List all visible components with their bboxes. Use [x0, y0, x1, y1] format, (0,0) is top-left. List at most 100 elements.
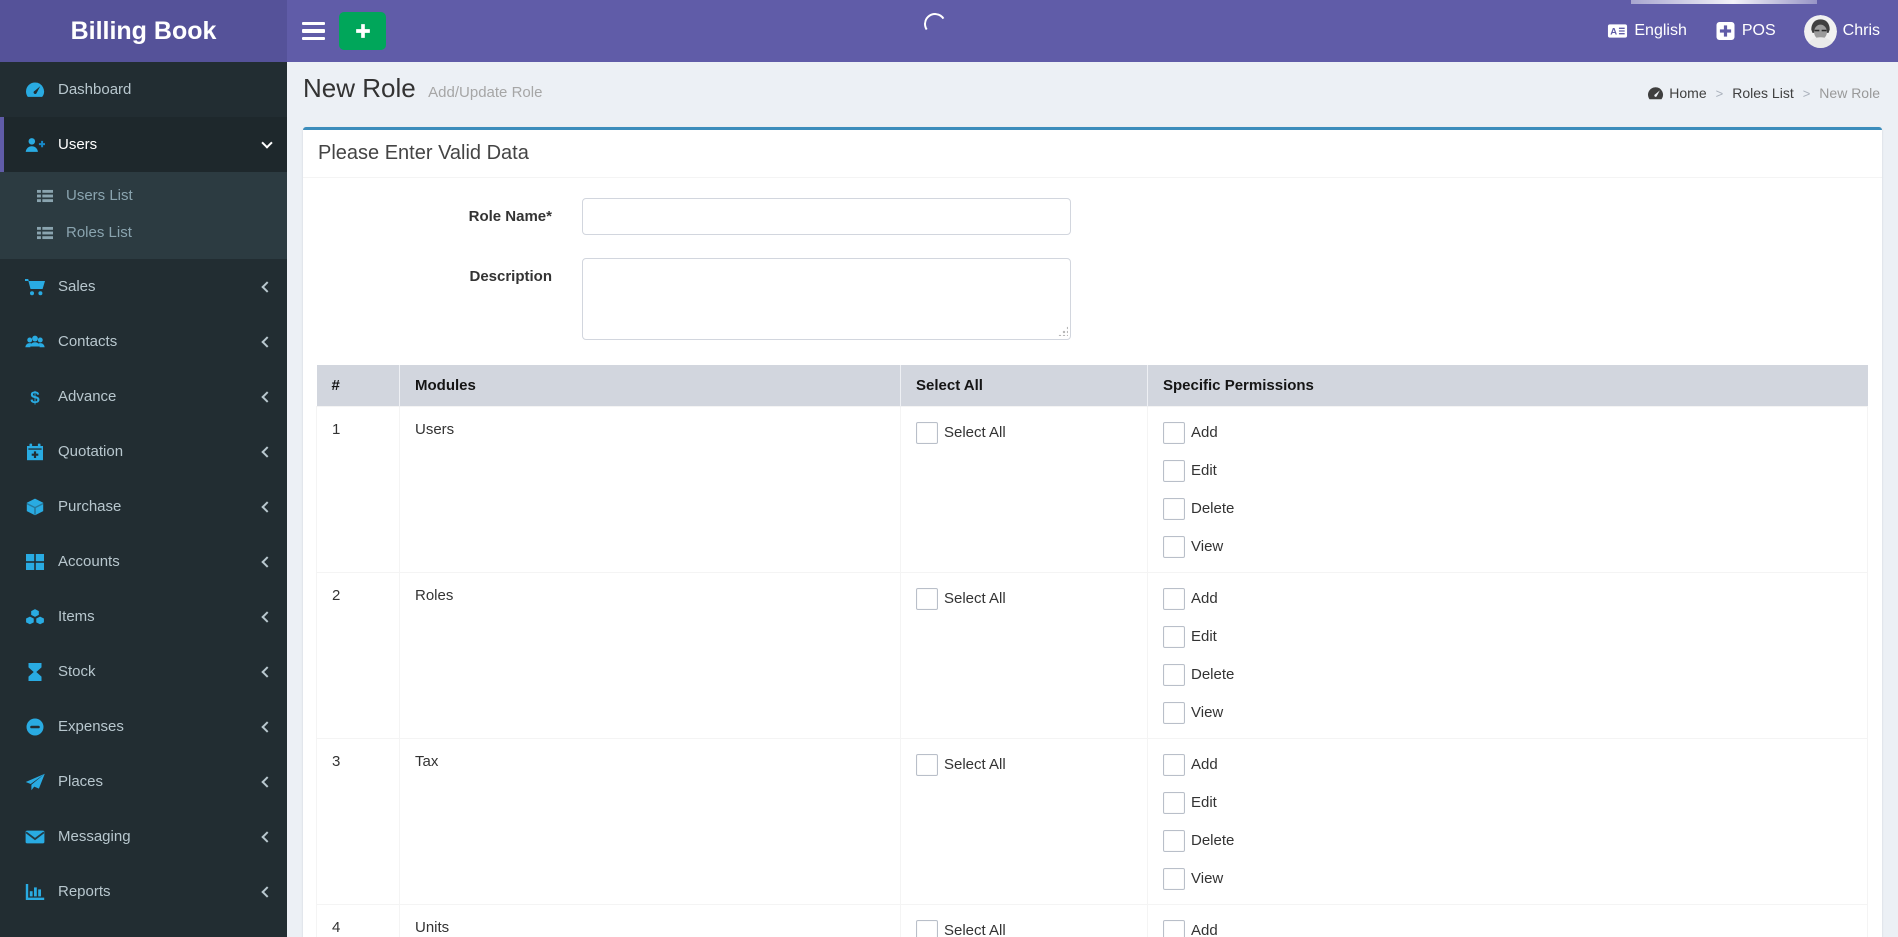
- sidebar-subitem-label: Roles List: [66, 224, 132, 241]
- breadcrumb-roles-list[interactable]: Roles List: [1732, 85, 1793, 101]
- pos-button[interactable]: POS: [1701, 0, 1790, 62]
- permission-view-row: View: [1163, 867, 1852, 890]
- permission-view-label: View: [1191, 538, 1224, 555]
- permission-delete-row: Delete: [1163, 497, 1852, 520]
- sidebar-item-dashboard[interactable]: Dashboard: [0, 62, 287, 117]
- permission-edit-checkbox[interactable]: [1163, 625, 1185, 648]
- role-name-label: Role Name*: [468, 208, 552, 225]
- permission-edit-label: Edit: [1191, 462, 1217, 479]
- role-name-input[interactable]: [582, 198, 1071, 235]
- breadcrumb-label: Home: [1669, 85, 1707, 101]
- sidebar-subitem-label: Users List: [66, 187, 133, 204]
- envelope-icon: [22, 828, 48, 846]
- permission-add-row: Add: [1163, 753, 1852, 776]
- permission-add-checkbox[interactable]: [1163, 753, 1185, 776]
- list-icon: [33, 188, 57, 204]
- permission-add-checkbox[interactable]: [1163, 587, 1185, 610]
- module-row-tax: 3 Tax Select All Add Edit Delete View: [316, 738, 1868, 905]
- sidebar-item-places[interactable]: Places: [0, 754, 287, 809]
- chevron-down-icon: [261, 136, 273, 149]
- description-label: Description: [469, 268, 552, 285]
- select-all-label: Select All: [944, 922, 1006, 937]
- hamburger-icon[interactable]: [287, 0, 339, 62]
- select-all-row: Select All: [916, 753, 1132, 776]
- sidebar-item-contacts[interactable]: Contacts: [0, 314, 287, 369]
- role-form-card: Please Enter Valid Data Role Name* Descr…: [303, 127, 1882, 937]
- sidebar-item-label: Places: [58, 773, 104, 790]
- add-button[interactable]: [339, 12, 386, 50]
- permission-view-label: View: [1191, 704, 1224, 721]
- top-header: Billing Book A English POS Chris: [0, 0, 1898, 62]
- sidebar-item-expenses[interactable]: Expenses: [0, 699, 287, 754]
- select-all-label: Select All: [944, 756, 1006, 773]
- permission-add-checkbox[interactable]: [1163, 919, 1185, 937]
- permission-view-checkbox[interactable]: [1163, 701, 1185, 724]
- dashboard-icon: [1647, 86, 1664, 101]
- select-all-checkbox[interactable]: [916, 919, 938, 937]
- sidebar-item-stock[interactable]: Stock: [0, 644, 287, 699]
- select-all-cell: Select All: [900, 738, 1148, 905]
- permission-edit-row: Edit: [1163, 625, 1852, 648]
- sidebar-item-quotation[interactable]: Quotation: [0, 424, 287, 479]
- sidebar-item-label: Items: [58, 608, 95, 625]
- sidebar-item-warehouse[interactable]: Warehouse: [0, 919, 287, 937]
- sidebar-menu: Dashboard Users Users List Roles List Sales C…: [0, 62, 287, 937]
- permission-delete-row: Delete: [1163, 663, 1852, 686]
- permission-delete-checkbox[interactable]: [1163, 829, 1185, 852]
- svg-text:$: $: [30, 388, 40, 406]
- select-all-row: Select All: [916, 421, 1132, 444]
- sidebar-item-label: Messaging: [58, 828, 131, 845]
- chevron-left-icon: [261, 830, 273, 843]
- sidebar-item-purchase[interactable]: Purchase: [0, 479, 287, 534]
- description-textarea[interactable]: [582, 258, 1071, 340]
- chevron-left-icon: [261, 610, 273, 623]
- sidebar-item-label: Advance: [58, 388, 117, 405]
- permission-add-label: Add: [1191, 756, 1218, 773]
- permission-edit-checkbox[interactable]: [1163, 459, 1185, 482]
- sidebar-item-accounts[interactable]: Accounts: [0, 534, 287, 589]
- permission-view-checkbox[interactable]: [1163, 867, 1185, 890]
- svg-text:A: A: [1611, 27, 1618, 38]
- select-all-cell: Select All: [900, 904, 1148, 937]
- app-logo[interactable]: Billing Book: [0, 0, 287, 62]
- module-number: 3: [316, 738, 400, 905]
- permission-delete-checkbox[interactable]: [1163, 497, 1185, 520]
- chevron-left-icon: [261, 665, 273, 678]
- permission-delete-label: Delete: [1191, 500, 1235, 517]
- chevron-left-icon: [261, 775, 273, 788]
- cubes-icon: [22, 608, 48, 626]
- sidebar-submenu: Users List Roles List: [0, 172, 287, 259]
- breadcrumb-label: New Role: [1819, 85, 1880, 101]
- permission-delete-checkbox[interactable]: [1163, 663, 1185, 686]
- sidebar-item-messaging[interactable]: Messaging: [0, 809, 287, 864]
- permission-edit-checkbox[interactable]: [1163, 791, 1185, 814]
- select-all-checkbox[interactable]: [916, 587, 938, 610]
- permission-view-checkbox[interactable]: [1163, 535, 1185, 558]
- sidebar-item-sales[interactable]: Sales: [0, 259, 287, 314]
- select-all-checkbox[interactable]: [916, 421, 938, 444]
- sidebar-item-label: Sales: [58, 278, 96, 295]
- list-icon: [33, 225, 57, 241]
- sidebar-subitem-roles-list[interactable]: Roles List: [0, 214, 287, 251]
- loading-spinner-icon: [921, 10, 949, 38]
- breadcrumb-home[interactable]: Home: [1647, 85, 1707, 101]
- permission-view-row: View: [1163, 701, 1852, 724]
- sidebar-item-users[interactable]: Users: [0, 117, 287, 172]
- select-all-cell: Select All: [900, 406, 1148, 573]
- navbar-right: A English POS Chris: [1593, 0, 1894, 62]
- sidebar-item-items[interactable]: Items: [0, 589, 287, 644]
- sidebar-subitem-users-list[interactable]: Users List: [0, 177, 287, 214]
- card-title: Please Enter Valid Data: [303, 130, 1882, 178]
- permission-edit-row: Edit: [1163, 791, 1852, 814]
- sidebar-item-advance[interactable]: $ Advance: [0, 369, 287, 424]
- select-all-checkbox[interactable]: [916, 753, 938, 776]
- language-menu[interactable]: A English: [1593, 0, 1700, 62]
- permission-add-checkbox[interactable]: [1163, 421, 1185, 444]
- sidebar-item-label: Reports: [58, 883, 111, 900]
- dollar-icon: $: [22, 388, 48, 406]
- user-menu[interactable]: Chris: [1790, 0, 1894, 62]
- sidebar-item-reports[interactable]: Reports: [0, 864, 287, 919]
- permission-add-label: Add: [1191, 424, 1218, 441]
- sidebar: Dashboard Users Users List Roles List Sales C…: [0, 62, 287, 937]
- select-all-cell: Select All: [900, 572, 1148, 739]
